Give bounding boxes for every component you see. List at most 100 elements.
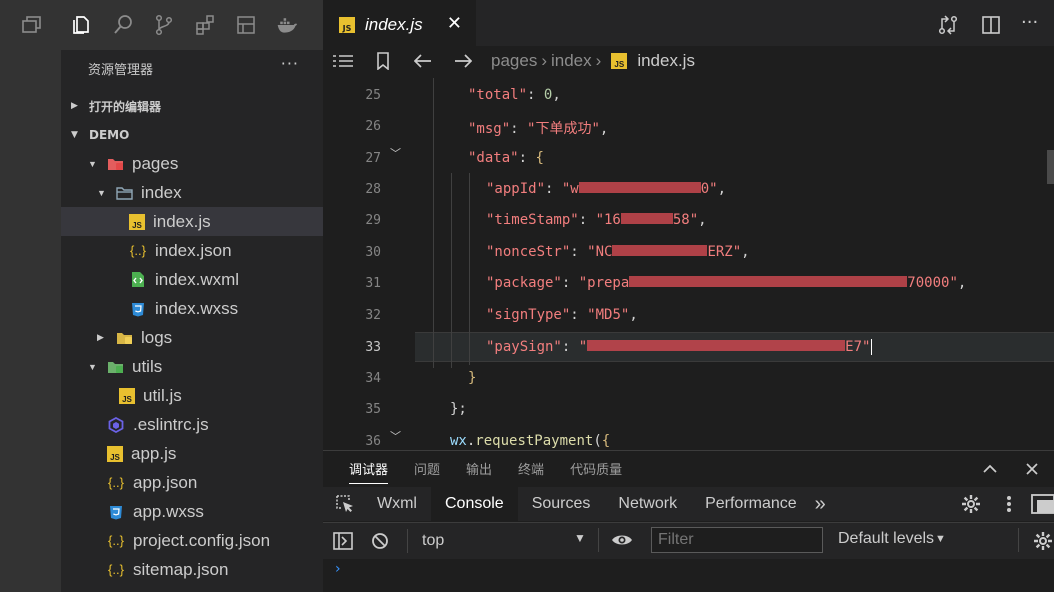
line-number: 34 [365, 371, 381, 386]
wxss-file-icon [107, 503, 125, 521]
extensions-icon[interactable] [184, 0, 225, 50]
wxml-file-icon [129, 271, 147, 289]
console-settings-icon[interactable] [1033, 531, 1053, 551]
tree-item-label: index.wxss [155, 298, 239, 318]
clear-console-icon[interactable] [371, 532, 389, 550]
devtools-tabs: Wxml Console Sources Network Performance… [323, 487, 1054, 521]
breadcrumb-file[interactable]: index.js [637, 51, 695, 71]
tab-performance[interactable]: Performance [691, 487, 811, 521]
source-control-icon[interactable] [143, 0, 184, 50]
js-file-icon: JS [129, 213, 145, 230]
tab-wxml[interactable]: Wxml [363, 487, 431, 521]
tree-item[interactable]: ▼ index [61, 178, 323, 207]
chevron-down-icon[interactable]: ▼ [574, 531, 586, 545]
tree-item[interactable]: {..} project.config.json [61, 526, 323, 555]
scrollbar-thumb[interactable] [1047, 150, 1054, 184]
inspect-element-icon[interactable] [335, 494, 355, 514]
tab-network[interactable]: Network [604, 487, 691, 521]
gear-icon[interactable] [961, 494, 981, 514]
view-switcher [61, 0, 323, 50]
context-selector[interactable]: top [422, 532, 444, 550]
breadcrumb-index[interactable]: index [551, 51, 592, 71]
tree-item-label: app.js [131, 443, 177, 463]
tree-item-label: project.config.json [133, 530, 271, 550]
tree-item-label: index.js [153, 211, 211, 231]
chevron-down-icon: ▼ [88, 158, 97, 169]
tab-problems[interactable]: 问题 [414, 459, 440, 478]
compare-changes-icon[interactable] [937, 14, 959, 36]
more-tabs-icon[interactable]: » [811, 487, 830, 521]
more-actions-icon[interactable]: ··· [1021, 12, 1038, 33]
open-editors-section[interactable]: ▶ 打开的编辑器 [61, 92, 323, 120]
tree-item[interactable]: {..} index.json [61, 236, 323, 265]
code-line-25: "total": 0, [468, 87, 561, 103]
dock-icon[interactable] [1031, 494, 1054, 514]
fold-chevron-icon[interactable]: ﹀ [390, 428, 401, 444]
tree-item[interactable]: .eslintrc.js [61, 410, 323, 439]
tree-item[interactable]: {..} app.json [61, 468, 323, 497]
code-line-29: "timeStamp": "16 58", [486, 212, 707, 228]
breadcrumb: pages › index › JS index.js [491, 51, 695, 71]
vertical-more-icon[interactable] [1006, 495, 1012, 513]
folder-icon [106, 358, 124, 376]
split-editor-icon[interactable] [980, 14, 1002, 36]
chevron-up-icon[interactable] [983, 464, 997, 473]
code-editor[interactable]: 25 26 27 28 29 30 31 32 33 34 35 36 ﹀ ﹀ "total": 0,… [323, 78, 1054, 450]
tab-output[interactable]: 输出 [466, 459, 492, 478]
filter-input[interactable] [651, 527, 823, 553]
more-actions-icon[interactable]: ··· [281, 54, 299, 73]
tree-item[interactable]: index.wxml [61, 265, 323, 294]
indent-guide [433, 78, 434, 368]
tree-item-label: index.json [155, 240, 232, 260]
tab-code-quality[interactable]: 代码质量 [570, 459, 622, 478]
tab-terminal[interactable]: 终端 [518, 459, 544, 478]
tree-item[interactable]: app.wxss [61, 497, 323, 526]
tree-item[interactable]: JS index.js [61, 207, 323, 236]
tree-item[interactable]: {..} sitemap.json [61, 555, 323, 584]
indent-guide [469, 173, 470, 365]
tree-item[interactable]: JS app.js [61, 439, 323, 468]
back-arrow-icon[interactable] [403, 54, 443, 68]
bookmark-icon[interactable] [363, 52, 403, 70]
tab-index-js[interactable]: JS index.js ✕ [323, 0, 476, 50]
tree-item[interactable]: ▶ logs [61, 323, 323, 352]
tree-item[interactable]: ▼ pages [61, 149, 323, 178]
tree-item[interactable]: JS util.js [61, 381, 323, 410]
js-file-icon: JS [339, 17, 355, 33]
chevron-down-icon[interactable]: ▼ [935, 533, 946, 545]
cloud-icon[interactable] [225, 0, 266, 50]
project-label: DEMO [89, 128, 130, 142]
sidebar-toggle-icon[interactable] [333, 532, 353, 550]
json-file-icon: {..} [108, 562, 124, 577]
tree-item-label: pages [132, 153, 179, 173]
forward-arrow-icon[interactable] [443, 54, 483, 68]
json-file-icon: {..} [108, 475, 124, 490]
tree-item-label: .eslintrc.js [133, 414, 209, 434]
eye-icon[interactable] [611, 533, 633, 547]
tab-debugger[interactable]: 调试器 [349, 459, 389, 484]
close-icon[interactable]: ✕ [447, 13, 462, 34]
line-number: 30 [365, 245, 381, 260]
close-panel-icon[interactable] [1026, 463, 1038, 475]
fold-chevron-icon[interactable]: ﹀ [390, 145, 401, 161]
console-prompt[interactable]: › [335, 561, 341, 577]
explorer-icon[interactable] [61, 0, 102, 50]
editor-tab-bar: JS index.js ✕ ··· [323, 0, 1054, 50]
tree-item[interactable]: ▼ utils [61, 352, 323, 381]
code-line-26: "msg": "下单成功", [468, 121, 609, 137]
tab-sources[interactable]: Sources [518, 487, 605, 521]
code-line-35: }; [450, 401, 467, 417]
chevron-right-icon: ▶ [97, 332, 104, 342]
code-line-32: "signType": "MD5", [486, 307, 638, 323]
tree-item-label: index.wxml [155, 269, 240, 289]
project-section[interactable]: ▼ DEMO [61, 121, 323, 149]
log-levels-dropdown[interactable]: Default levels [838, 530, 934, 548]
tree-item-label: app.json [133, 472, 198, 492]
docker-icon[interactable] [266, 0, 307, 50]
tab-console[interactable]: Console [430, 487, 518, 521]
list-icon[interactable] [323, 54, 363, 68]
search-icon[interactable] [102, 0, 143, 50]
tree-item[interactable]: index.wxss [61, 294, 323, 323]
breadcrumb-pages[interactable]: pages [491, 51, 537, 71]
window-icon[interactable] [22, 16, 42, 34]
